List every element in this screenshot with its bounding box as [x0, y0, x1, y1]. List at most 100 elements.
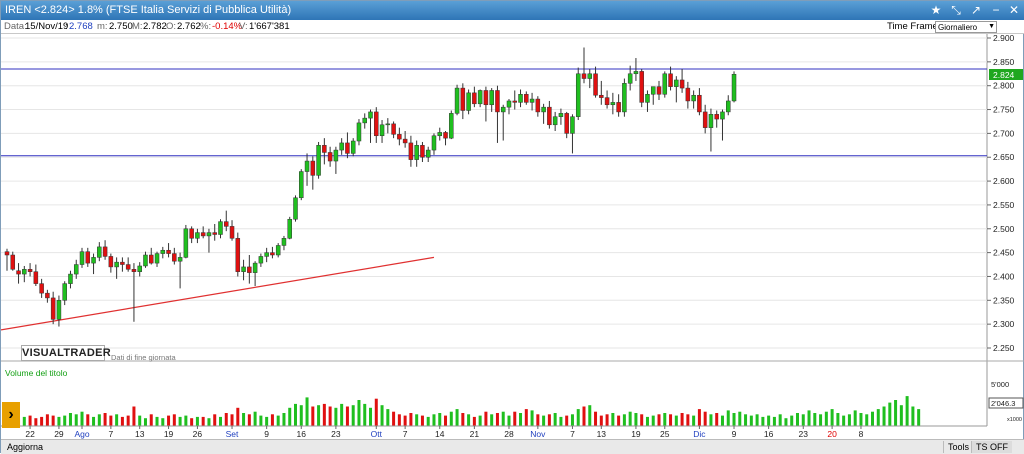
candle-body [650, 86, 656, 95]
candle-body [270, 252, 275, 256]
volume-bar [830, 409, 834, 426]
refresh-button[interactable]: Aggiorna [3, 441, 47, 453]
candle-body [454, 87, 460, 114]
volume-bar [103, 413, 107, 426]
candle-body [362, 117, 367, 124]
volume-bar [576, 409, 580, 426]
candle-body [22, 269, 27, 275]
volume-bar [397, 414, 401, 426]
candle-body [714, 114, 719, 120]
y-tick-label: 2.250 [993, 343, 1015, 353]
x-tick-label: Nov [530, 429, 546, 439]
x-tick-label: 26 [193, 429, 203, 439]
volume-bar [63, 415, 67, 426]
candle-body [420, 145, 425, 158]
candle-body [339, 142, 344, 151]
resize-icon[interactable]: ⤡ [947, 2, 965, 19]
candle-body [258, 256, 264, 264]
volume-bar [195, 416, 199, 426]
candle-body [333, 149, 339, 162]
candle-body [108, 256, 114, 268]
volume-bar [132, 406, 136, 426]
volume-bar [784, 418, 788, 426]
candle-body [500, 106, 506, 113]
candle-body [299, 171, 304, 199]
candle-body [166, 249, 171, 254]
volume-bar [582, 406, 586, 426]
volume-bar [697, 409, 701, 426]
volume-bar [190, 418, 194, 426]
x-tick-label: 7 [108, 429, 113, 439]
candle-body [645, 94, 650, 103]
volume-bar [74, 414, 78, 426]
tools-button[interactable]: Tools [943, 441, 973, 453]
candle-body [275, 245, 281, 256]
volume-bar [403, 415, 407, 426]
candle-body [581, 73, 587, 79]
volume-bar [207, 418, 211, 426]
volume-bar [905, 396, 909, 426]
candle-body [575, 73, 581, 117]
volume-tick-5000: 5'000 [991, 380, 1009, 389]
volume-bar [594, 411, 598, 426]
volume-bar [570, 414, 574, 426]
volume-bar [663, 413, 667, 426]
candle-body [616, 102, 621, 113]
volume-bar [513, 411, 517, 426]
candle-body [593, 73, 598, 96]
volume-bar [409, 413, 413, 426]
minimize-icon[interactable]: − [987, 2, 1005, 19]
ts-off-button[interactable]: TS OFF [971, 441, 1012, 453]
candle-body [408, 142, 414, 160]
favorite-star-icon[interactable]: ★ [927, 2, 945, 19]
candle-body [281, 238, 287, 246]
volume-bar [149, 414, 153, 426]
volume-bar [859, 413, 863, 426]
expand-panel-button[interactable]: › [2, 402, 20, 428]
volume-bar [259, 415, 263, 426]
volume-bar [86, 414, 90, 426]
volume-bar [519, 413, 523, 426]
candle-body [206, 232, 212, 237]
volume-bar [374, 398, 378, 426]
volume-bar [530, 410, 534, 426]
volume-bar [882, 406, 886, 426]
x-tick-label: 19 [631, 429, 641, 439]
candle-body [224, 221, 229, 227]
y-tick-label: 2.900 [993, 34, 1015, 43]
x-tick-label: Ago [74, 429, 89, 439]
volume-bar [328, 406, 332, 426]
close-icon[interactable]: ✕ [1005, 2, 1023, 19]
candle-body [45, 292, 50, 299]
y-tick-label: 2.500 [993, 224, 1015, 234]
window-title: IREN <2.824> 1.8% (FTSE Italia Servizi d… [5, 4, 292, 16]
candle-body [397, 134, 402, 140]
timeframe-select[interactable]: Giornaliero ▼ [935, 21, 997, 33]
candle-body [726, 100, 731, 113]
volume-bar [172, 414, 176, 426]
popout-icon[interactable]: ↗ [967, 2, 985, 19]
candle-body [350, 140, 356, 154]
candle-body [720, 111, 725, 120]
candle-body [425, 149, 431, 158]
price-chart[interactable]: 22 29 Ago 7 13 19 26 Set 9 16 23 Ott 7 14 21 28 Nov 7 13 19… [1, 34, 1024, 439]
volume-bar [40, 416, 44, 426]
volume-bar [201, 416, 205, 426]
volume-bar [461, 413, 465, 426]
candle-body [604, 97, 610, 106]
volume-bar [92, 416, 96, 426]
volume-bar [155, 416, 159, 426]
x-tick-label: 14 [435, 429, 445, 439]
candle-body [131, 269, 137, 272]
candle-body [50, 297, 56, 320]
y-tick-label: 2.300 [993, 319, 1015, 329]
volume-bar [709, 414, 713, 426]
volume-bar [380, 405, 384, 426]
volume-bar [744, 414, 748, 426]
volume-bar [265, 416, 269, 426]
candle-body [679, 79, 685, 89]
app-window: IREN <2.824> 1.8% (FTSE Italia Servizi d… [0, 0, 1024, 454]
volume-bar [790, 415, 794, 426]
x-tick-label: Set [226, 429, 239, 439]
volume-bar [253, 411, 257, 426]
